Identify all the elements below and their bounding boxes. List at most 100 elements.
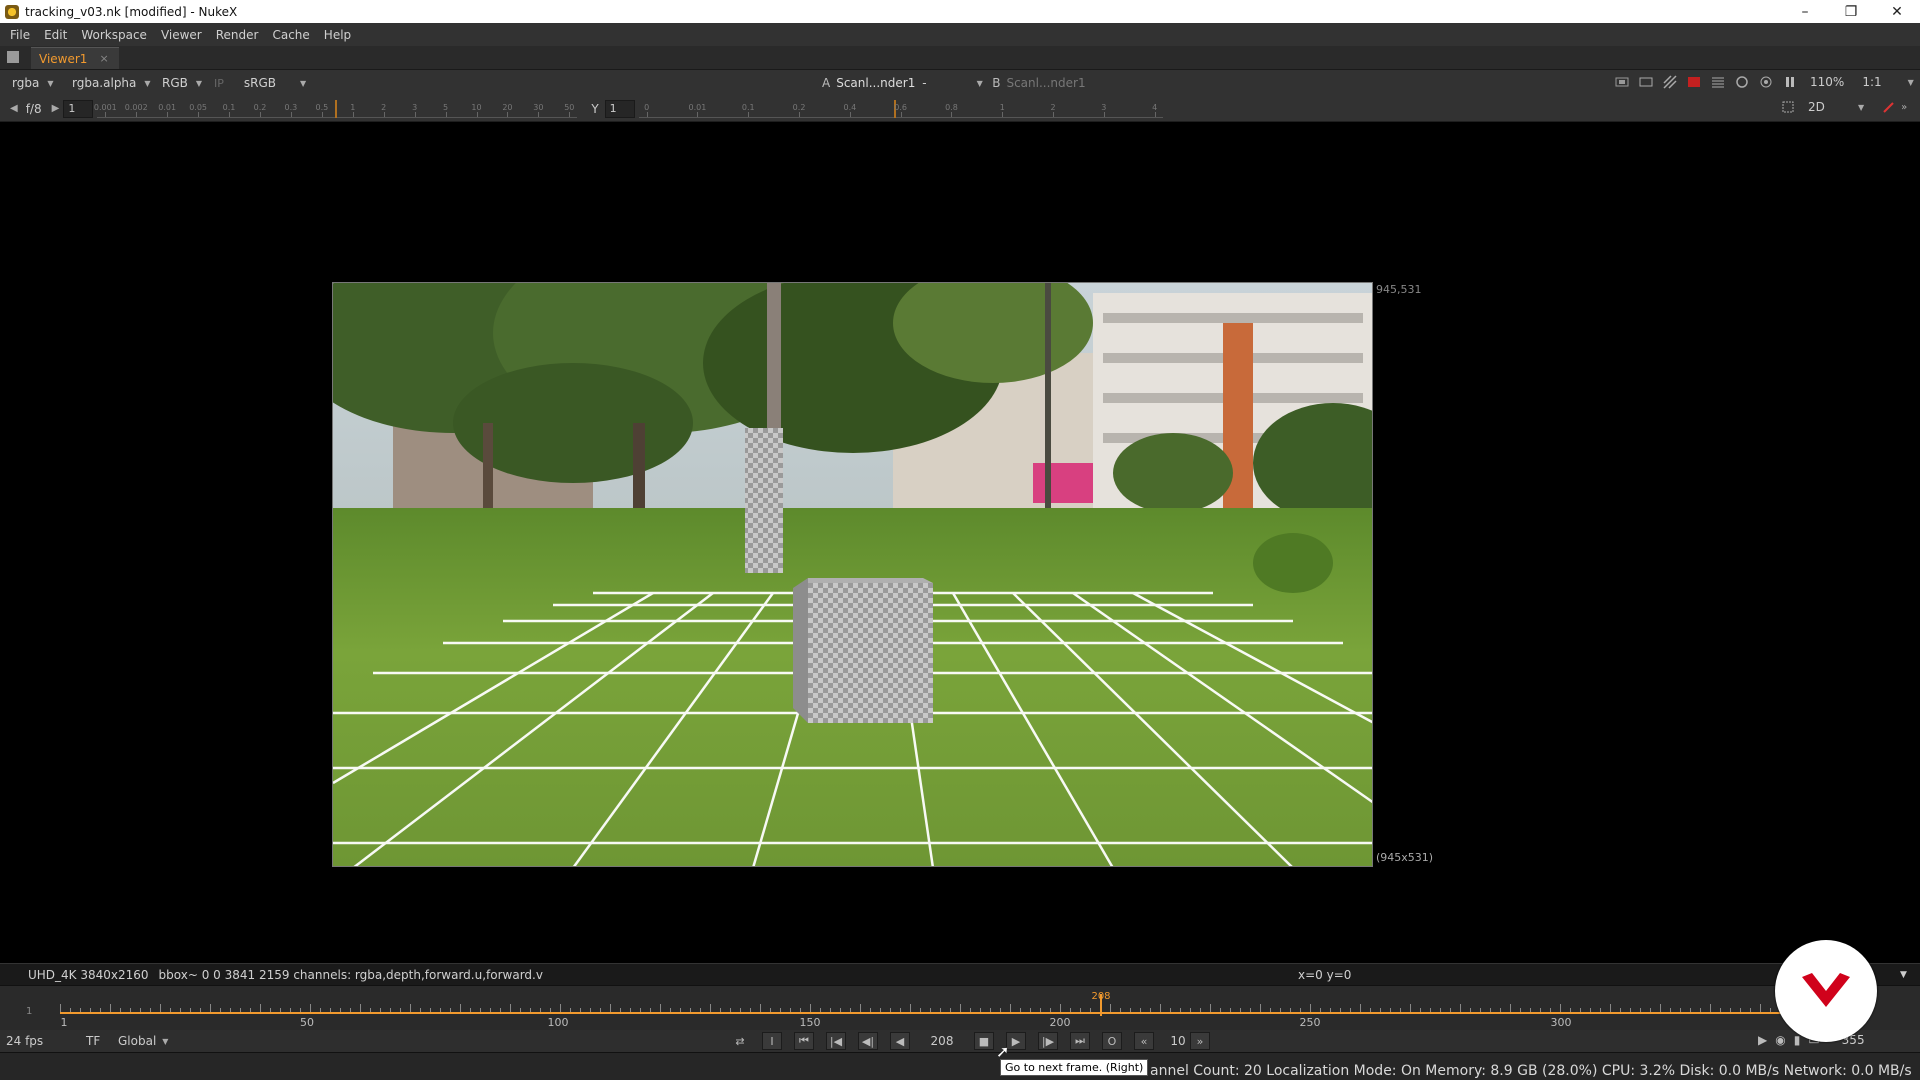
viewer-image[interactable] <box>332 282 1373 867</box>
timeline-label: 250 <box>1299 1016 1321 1029</box>
timeline-tick <box>1220 1008 1221 1012</box>
gamma-slider[interactable]: 0 0.01 0.1 0.2 0.4 0.6 0.8 1 2 3 4 <box>638 99 1163 118</box>
view-mode-dropdown[interactable]: 2D <box>1808 100 1858 114</box>
timeline-ruler[interactable] <box>60 1004 1860 1014</box>
wipe-icon[interactable] <box>1663 75 1677 89</box>
timeline-tick <box>1090 1008 1091 1012</box>
blend-value: - <box>922 76 927 90</box>
gain-slider-handle[interactable] <box>335 99 338 118</box>
crop-icon[interactable] <box>1781 100 1795 114</box>
proxy-icon[interactable] <box>1639 75 1653 89</box>
chevron-down-icon[interactable]: ▼ <box>1900 970 1907 980</box>
fstop-next-icon[interactable]: ▶ <box>52 103 60 114</box>
roi-icon[interactable] <box>1615 75 1629 89</box>
frame-increment-field[interactable]: 10 <box>1166 1034 1190 1048</box>
menu-cache[interactable]: Cache <box>272 28 309 42</box>
in-out-icon[interactable]: I <box>762 1032 782 1050</box>
ip-toggle[interactable]: IP <box>214 77 224 90</box>
timeline-tick <box>1520 1008 1521 1012</box>
viewer-canvas[interactable]: 945,531 (945x531) <box>4 123 1916 963</box>
input-a-dropdown[interactable]: Scanl...nder1 <box>836 76 916 90</box>
input-b-dropdown[interactable]: Scanl...nder1 <box>1006 76 1086 90</box>
fstop-prev-icon[interactable]: ◀ <box>10 103 18 114</box>
minimize-button[interactable]: – <box>1782 0 1828 23</box>
prev-keyframe-icon[interactable]: |◀ <box>826 1032 846 1050</box>
step-back-icon[interactable]: « <box>1134 1032 1154 1050</box>
out-point-icon[interactable]: O <box>1102 1032 1122 1050</box>
render-icon[interactable] <box>1759 75 1773 89</box>
slider-tick-label: 0.002 <box>124 102 148 112</box>
timeline-tick <box>680 1008 681 1012</box>
menu-file[interactable]: File <box>10 28 30 42</box>
display-channel-dropdown[interactable]: RGB ▼ <box>156 74 206 92</box>
gamma-field[interactable]: 1 <box>604 99 635 118</box>
slider-tick-label: 0.3 <box>284 102 298 112</box>
slider-tick <box>290 111 292 117</box>
tab-viewer1[interactable]: Viewer1 × <box>31 47 119 69</box>
timeline-tick <box>300 1008 301 1012</box>
timeline-tick <box>1140 1008 1141 1012</box>
next-frame-icon[interactable]: |▶ <box>1038 1032 1058 1050</box>
menu-render[interactable]: Render <box>216 28 259 42</box>
timeline-tick <box>730 1008 731 1012</box>
timeline-tick <box>580 1008 581 1012</box>
stop-icon[interactable]: ■ <box>974 1032 994 1050</box>
flipbook-icon[interactable]: ▶ <box>1758 1033 1767 1047</box>
timeline-tick <box>1340 1008 1341 1012</box>
first-frame-icon[interactable]: ⏮ <box>794 1032 814 1050</box>
play-backward-icon[interactable]: ◀ <box>890 1032 910 1050</box>
blend-mode-dropdown[interactable]: - ▼ <box>916 74 988 92</box>
menu-workspace[interactable]: Workspace <box>81 28 147 42</box>
timeline-tick <box>1310 1004 1311 1012</box>
fstop-value[interactable]: f/8 <box>26 102 42 116</box>
timeline-tick <box>190 1008 191 1012</box>
menu-viewer[interactable]: Viewer <box>161 28 202 42</box>
ratio-dropdown[interactable]: 1:1 <box>1862 75 1881 89</box>
pause-icon[interactable] <box>1783 75 1797 89</box>
slider-tick <box>105 111 107 117</box>
slider-tick-label: 0 <box>644 102 650 112</box>
expand-icon[interactable]: » <box>1901 102 1907 113</box>
alpha-channel-dropdown[interactable]: rgba.alpha ▼ <box>66 74 151 92</box>
menu-edit[interactable]: Edit <box>44 28 67 42</box>
timeline-tick <box>400 1008 401 1012</box>
timeline-tick <box>1590 1008 1591 1012</box>
close-button[interactable]: ✕ <box>1874 0 1920 23</box>
timeline-tick <box>540 1008 541 1012</box>
last-frame-icon[interactable]: ⏭ <box>1070 1032 1090 1050</box>
timeline-mode-dropdown[interactable]: TF <box>86 1034 118 1048</box>
prev-frame-icon[interactable]: ◀| <box>858 1032 878 1050</box>
paint-brush-icon[interactable] <box>1882 100 1896 114</box>
timeline-tick <box>160 1004 161 1012</box>
zoom-dropdown[interactable]: 110% <box>1810 75 1844 89</box>
timeline-tick <box>1680 1008 1681 1012</box>
gain-field[interactable]: 1 <box>63 99 94 118</box>
timeline[interactable]: 1 1 50 100 150 200 250 300 208 <box>0 985 1920 1030</box>
viewer-lut-dropdown[interactable]: sRGB ▼ <box>238 74 310 92</box>
tab-close-icon[interactable]: × <box>99 52 108 65</box>
gain-slider[interactable]: 0.001 0.002 0.01 0.05 0.1 0.2 0.3 0.5 1 2 3 5 10 20 30… <box>94 99 578 118</box>
clipping-warning-icon[interactable] <box>1687 75 1701 89</box>
loop-mode-icon[interactable]: ⇄ <box>730 1032 750 1050</box>
step-forward-icon[interactable]: » <box>1190 1032 1210 1050</box>
restore-button[interactable]: ❐ <box>1828 0 1874 23</box>
overlay-icon[interactable] <box>1711 75 1725 89</box>
chevron-down-icon[interactable]: ▼ <box>1908 78 1914 87</box>
frame-range-dropdown[interactable]: Global <box>118 1034 156 1048</box>
timeline-tick <box>1710 1004 1711 1012</box>
cache-icon[interactable]: ▮ <box>1794 1033 1801 1047</box>
timeline-tick <box>630 1008 631 1012</box>
viewer-right-tools: 110% 1:1 ▼ » <box>1610 75 1920 89</box>
fps-field[interactable]: 24 fps <box>6 1034 86 1048</box>
timeline-tick <box>320 1008 321 1012</box>
menu-help[interactable]: Help <box>324 28 351 42</box>
gamma-value: 1 <box>609 102 617 115</box>
refresh-icon[interactable] <box>1735 75 1749 89</box>
chevron-down-icon: ▼ <box>195 78 203 88</box>
timeline-tick <box>560 1004 561 1012</box>
record-icon[interactable]: ◉ <box>1775 1033 1785 1047</box>
channels-dropdown[interactable]: rgba ▼ <box>6 74 60 92</box>
current-frame-field[interactable]: 208 <box>922 1034 962 1048</box>
panel-menu-icon[interactable] <box>7 51 19 63</box>
slider-tick <box>646 111 648 117</box>
